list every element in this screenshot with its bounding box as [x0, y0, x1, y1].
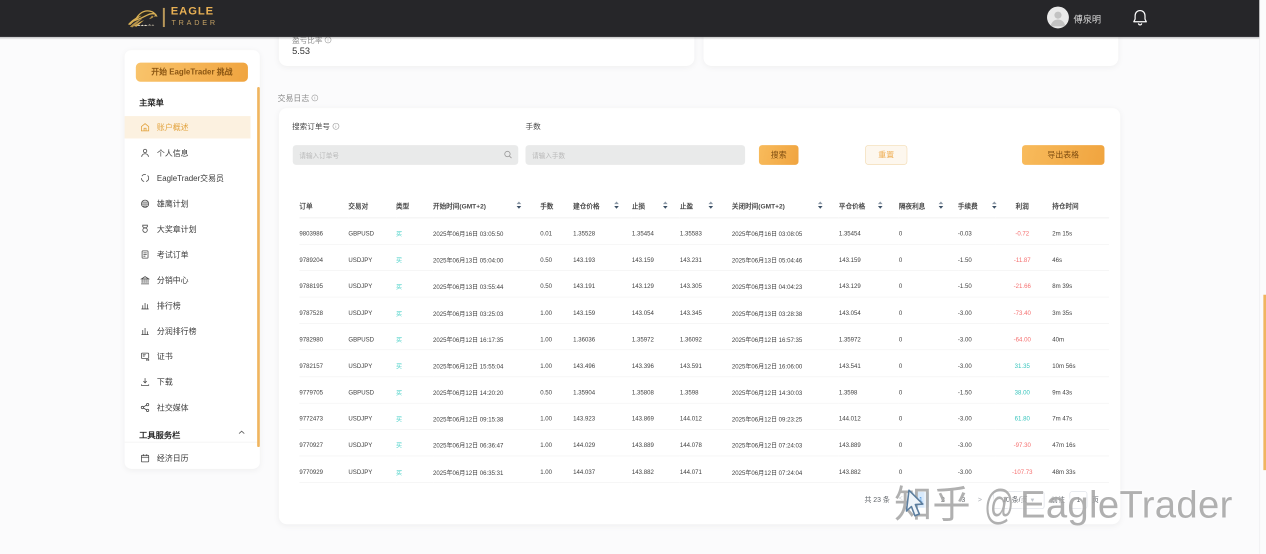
- svg-text:i: i: [335, 124, 336, 129]
- svg-text:i: i: [315, 95, 316, 100]
